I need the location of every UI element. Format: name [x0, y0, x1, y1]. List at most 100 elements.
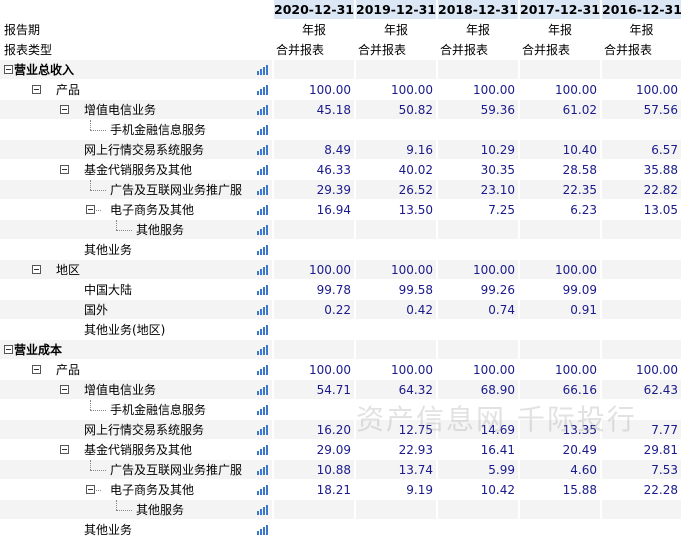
value-cell: 29.81	[600, 440, 681, 460]
bar-chart-icon[interactable]	[257, 525, 268, 535]
bar-chart-icon[interactable]	[257, 425, 268, 435]
bar-chart-icon[interactable]	[257, 345, 268, 355]
value-cell: 29.39	[272, 180, 354, 200]
value-cell: 16.20	[272, 420, 354, 440]
tree-connector	[90, 130, 106, 132]
value-cell	[600, 260, 681, 280]
row-label-text: 增值电信业务	[84, 383, 157, 397]
collapse-toggle-icon[interactable]	[4, 65, 13, 74]
column-header[interactable]: 2018-12-31	[436, 0, 518, 20]
row-label-text: 营业总收入	[14, 63, 75, 77]
column-header[interactable]: 2017-12-31	[518, 0, 600, 20]
column-header[interactable]: 2019-12-31	[354, 0, 436, 20]
row-label-text: 电子商务及其他	[110, 483, 195, 497]
column-header[interactable]: 2020-12-31	[272, 0, 354, 20]
value-cell: 23.10	[436, 180, 518, 200]
tree-connector	[96, 490, 101, 492]
value-cell	[354, 120, 436, 140]
bar-chart-icon[interactable]	[257, 65, 268, 75]
bar-chart-icon[interactable]	[257, 405, 268, 415]
collapse-toggle-icon[interactable]	[32, 85, 41, 94]
tree-connector	[116, 500, 117, 510]
bar-chart-icon[interactable]	[257, 165, 268, 175]
value-cell	[518, 400, 600, 420]
value-cell	[436, 500, 518, 520]
table-row: 其他业务	[0, 240, 684, 260]
value-cell	[518, 520, 600, 540]
row-label: 电子商务及其他	[0, 200, 272, 220]
tree-connector	[90, 400, 91, 410]
row-label: 广告及互联网业务推广服	[0, 180, 272, 200]
row-label-text: 广告及互联网业务推广服	[110, 183, 243, 197]
collapse-toggle-icon[interactable]	[32, 365, 41, 374]
bar-chart-icon[interactable]	[257, 85, 268, 95]
value-cell: 100.00	[354, 360, 436, 380]
row-label-text: 营业成本	[14, 343, 63, 357]
value-cell: 22.35	[518, 180, 600, 200]
collapse-toggle-icon[interactable]	[60, 385, 69, 394]
value-cell: 100.00	[272, 360, 354, 380]
tree-connector	[116, 220, 117, 230]
value-cell: 16.41	[436, 440, 518, 460]
row-label-text: 产品	[56, 83, 81, 97]
value-cell	[518, 240, 600, 260]
bar-chart-icon[interactable]	[257, 365, 268, 375]
value-cell: 59.36	[436, 100, 518, 120]
row-label-text: 增值电信业务	[84, 103, 157, 117]
bar-chart-icon[interactable]	[257, 145, 268, 155]
bar-chart-icon[interactable]	[257, 305, 268, 315]
row-label: 产品	[0, 360, 272, 380]
value-cell: 68.90	[436, 380, 518, 400]
bar-chart-icon[interactable]	[257, 185, 268, 195]
value-cell	[436, 220, 518, 240]
bar-chart-icon[interactable]	[257, 125, 268, 135]
collapse-toggle-icon[interactable]	[86, 485, 95, 494]
report-type-cell: 合并报表	[354, 40, 436, 60]
bar-chart-icon[interactable]	[257, 465, 268, 475]
bar-chart-icon[interactable]	[257, 505, 268, 515]
collapse-toggle-icon[interactable]	[4, 345, 13, 354]
value-cell	[436, 520, 518, 540]
bar-chart-icon[interactable]	[257, 265, 268, 275]
value-cell	[272, 340, 354, 360]
bar-chart-icon[interactable]	[257, 325, 268, 335]
row-label-text: 产品	[56, 363, 81, 377]
value-cell: 99.58	[354, 280, 436, 300]
value-cell	[272, 60, 354, 80]
column-header[interactable]: 2016-12-31	[600, 0, 681, 20]
bar-chart-icon[interactable]	[257, 385, 268, 395]
bar-chart-icon[interactable]	[257, 225, 268, 235]
value-cell: 99.09	[518, 280, 600, 300]
row-label: 其他服务	[0, 500, 272, 520]
value-cell: 100.00	[272, 80, 354, 100]
report-type-cell: 合并报表	[600, 40, 681, 60]
collapse-toggle-icon[interactable]	[60, 445, 69, 454]
value-cell: 30.35	[436, 160, 518, 180]
value-cell	[600, 120, 681, 140]
table-row: 营业总收入	[0, 60, 684, 80]
value-cell	[272, 220, 354, 240]
collapse-toggle-icon[interactable]	[60, 105, 69, 114]
value-cell: 100.00	[272, 260, 354, 280]
row-label: 报告期	[0, 20, 272, 40]
value-cell	[272, 320, 354, 340]
bar-chart-icon[interactable]	[257, 245, 268, 255]
bar-chart-icon[interactable]	[257, 205, 268, 215]
value-cell: 35.88	[600, 160, 681, 180]
tree-connector	[116, 230, 132, 232]
value-cell	[272, 400, 354, 420]
value-cell: 10.40	[518, 140, 600, 160]
bar-chart-icon[interactable]	[257, 285, 268, 295]
bar-chart-icon[interactable]	[257, 445, 268, 455]
collapse-toggle-icon[interactable]	[86, 205, 95, 214]
table-row: 产品 100.00 100.00 100.00 100.00 100.00	[0, 80, 684, 100]
row-label: 基金代销服务及其他	[0, 160, 272, 180]
collapse-toggle-icon[interactable]	[60, 165, 69, 174]
value-cell: 6.57	[600, 140, 681, 160]
bar-chart-icon[interactable]	[257, 485, 268, 495]
bar-chart-icon[interactable]	[257, 105, 268, 115]
value-cell: 7.77	[600, 420, 681, 440]
value-cell: 54.71	[272, 380, 354, 400]
collapse-toggle-icon[interactable]	[32, 265, 41, 274]
value-cell	[436, 120, 518, 140]
